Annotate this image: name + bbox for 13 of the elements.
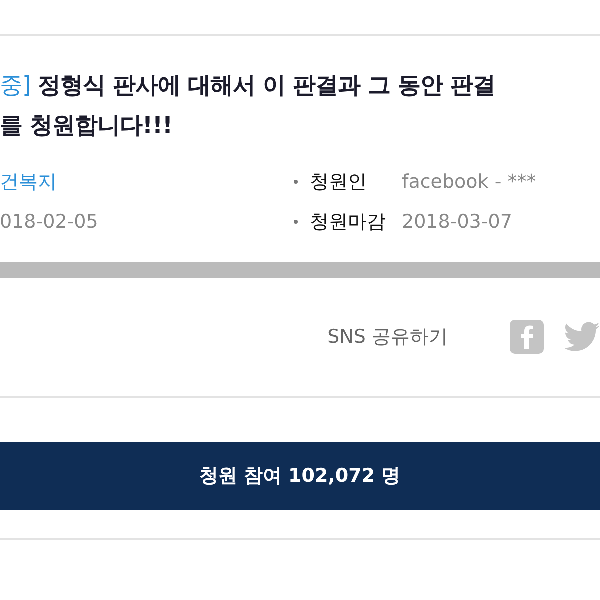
petition-title: 중] 정형식 판사에 대해서 이 판결과 그 동안 판결 [0,72,496,101]
facebook-icon[interactable] [510,320,544,354]
meta-label: 청원인 [310,170,368,195]
meta-value: 2018-03-07 [402,211,512,233]
bird-icon[interactable] [564,321,600,353]
meta-label: 청원마감 [310,210,387,235]
start-date: 018-02-05 [0,210,100,235]
bullet-icon [294,180,298,184]
join-petition-button[interactable]: 청원 참여 102,072 명 [0,442,600,510]
bullet-icon [294,220,298,224]
meta-value: facebook - *** [402,171,536,193]
share-label: SNS 공유하기 [328,325,448,350]
petition-title: 를 청원합니다!!! [0,112,174,141]
